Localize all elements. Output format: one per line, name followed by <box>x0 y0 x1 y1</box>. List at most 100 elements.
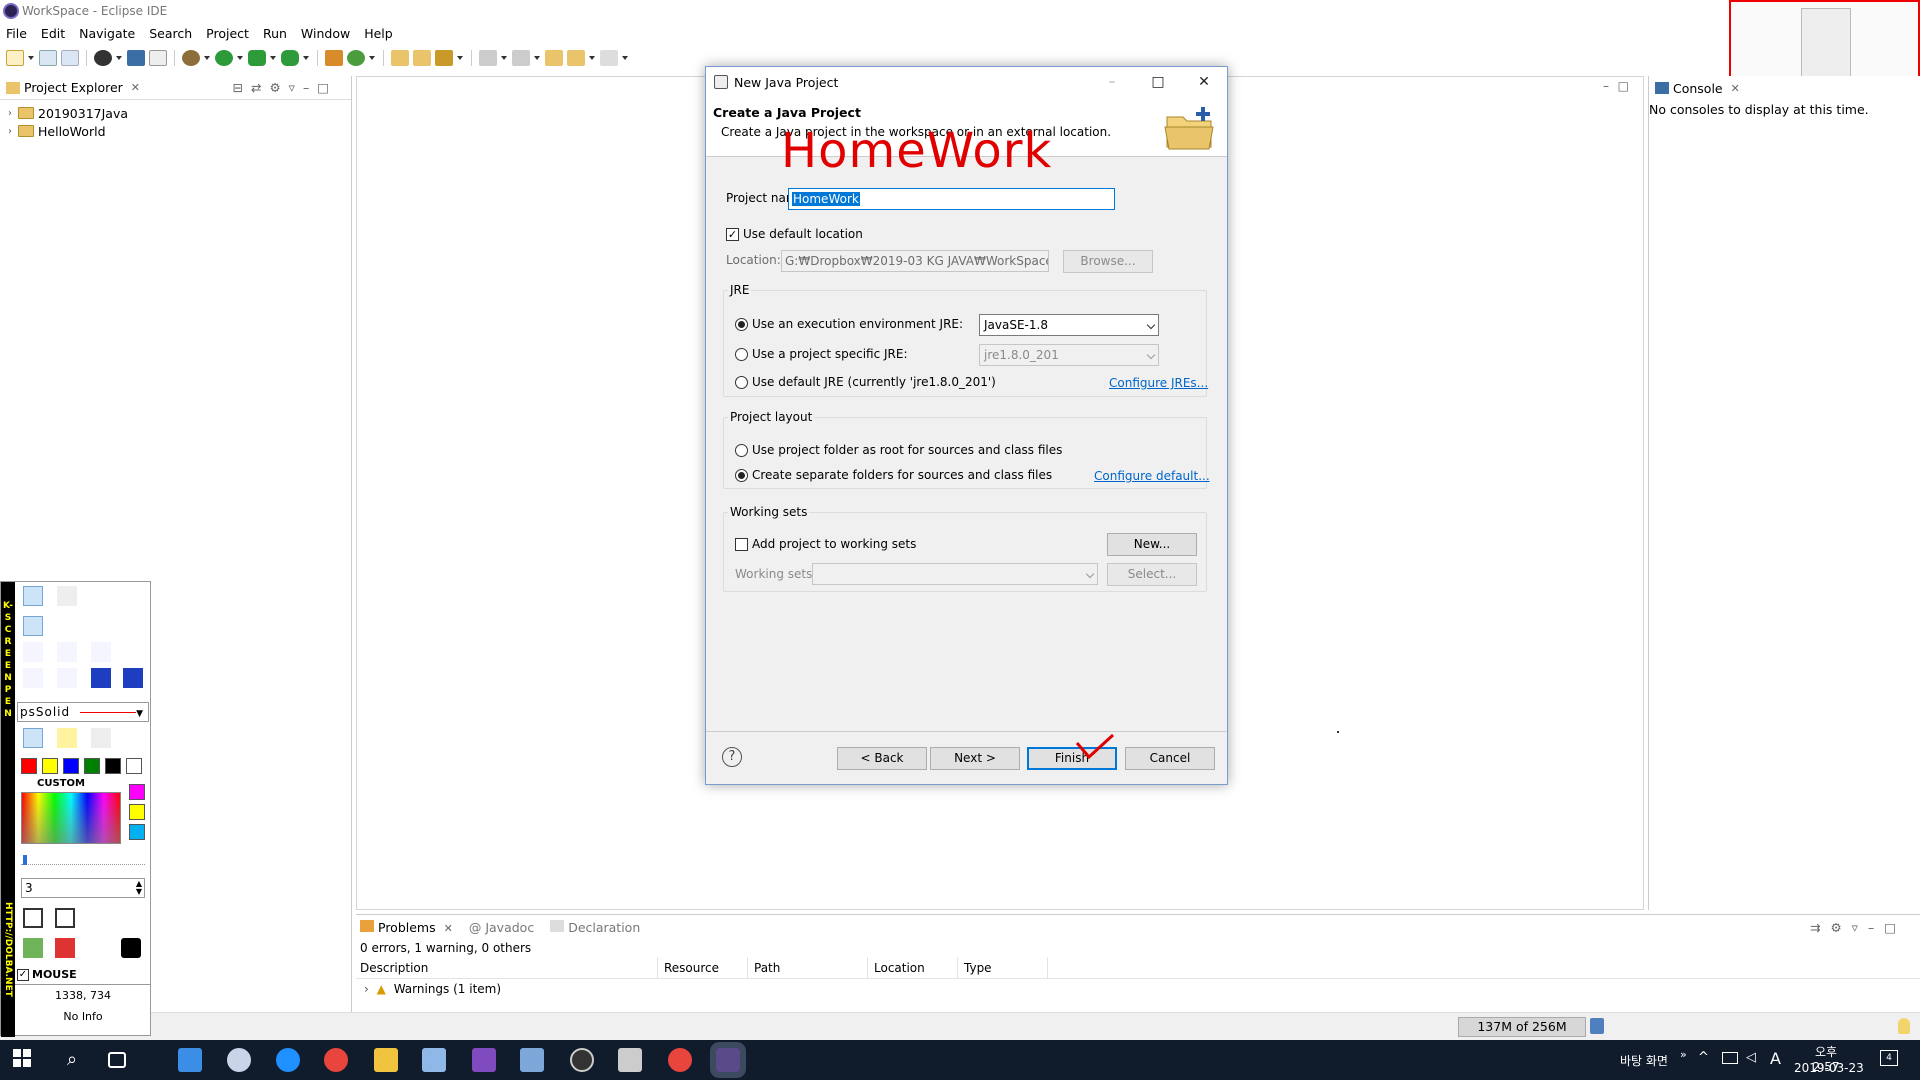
maximize-icon[interactable]: □ <box>317 80 337 95</box>
cancel-button[interactable]: Cancel <box>1125 747 1215 770</box>
color-swatch-green[interactable] <box>84 758 100 774</box>
menu-window[interactable]: Window <box>301 26 350 41</box>
view-menu-icon[interactable]: ▿ <box>289 80 303 95</box>
network-icon[interactable] <box>1722 1052 1738 1064</box>
radio-default-jre[interactable] <box>735 376 748 389</box>
new-java-package-icon[interactable] <box>325 50 343 66</box>
mouse-toggle[interactable]: ✓ MOUSE <box>17 968 77 981</box>
run-icon[interactable] <box>215 50 233 66</box>
notification-icon[interactable]: 4 <box>1880 1050 1898 1066</box>
chrome-icon[interactable] <box>668 1048 692 1072</box>
minimize-icon[interactable]: – <box>1603 79 1609 93</box>
eclipse-taskbar-icon[interactable] <box>710 1042 746 1078</box>
file-explorer-icon[interactable] <box>374 1048 398 1072</box>
new-icon[interactable] <box>6 50 24 66</box>
next-annotation-icon[interactable] <box>479 50 497 66</box>
image-icon[interactable] <box>23 938 43 958</box>
menu-edit[interactable]: Edit <box>41 26 65 41</box>
minimize-icon[interactable]: – <box>303 80 317 95</box>
forward-icon[interactable] <box>600 50 618 66</box>
open-type-icon[interactable] <box>391 50 409 66</box>
ellipse-tool-icon[interactable] <box>57 668 77 688</box>
maximize-icon[interactable]: □ <box>1618 79 1629 93</box>
radio-project-specific-jre[interactable] <box>735 348 748 361</box>
filter-icon[interactable]: ⚙ <box>1830 920 1851 935</box>
new-working-set-button[interactable]: New... <box>1107 533 1197 556</box>
clock-date[interactable]: 2019-03-23 <box>1794 1061 1864 1075</box>
debug-profile-icon[interactable] <box>94 50 112 66</box>
volume-icon[interactable]: ◁ <box>1746 1050 1756 1065</box>
new-java-class-icon[interactable] <box>347 50 365 66</box>
chevron-down-icon[interactable]: ▼ <box>136 705 144 723</box>
snipping-tool-icon[interactable] <box>520 1048 544 1072</box>
clear-icon[interactable] <box>55 908 75 928</box>
color-swatch-red[interactable] <box>21 758 37 774</box>
line-style-select[interactable]: psSolid ▼ <box>17 702 149 722</box>
next-button[interactable]: Next > <box>930 747 1020 770</box>
rect-tool-icon[interactable] <box>23 668 43 688</box>
debug-icon[interactable] <box>182 50 200 66</box>
menu-help[interactable]: Help <box>364 26 393 41</box>
tree-item-project[interactable]: › HelloWorld <box>0 122 351 140</box>
location-input[interactable]: G:₩Dropbox₩2019-03 KG JAVA₩WorkSpace₩Hom… <box>781 250 1049 272</box>
profile-dropdown-icon[interactable] <box>116 50 123 66</box>
width-slider[interactable] <box>21 855 145 865</box>
open-task-icon[interactable] <box>413 50 431 66</box>
mouse-checkbox[interactable]: ✓ <box>17 968 29 981</box>
help-icon[interactable]: ? <box>722 747 742 767</box>
previous-annotation-icon[interactable] <box>512 50 530 66</box>
lightbulb-icon[interactable] <box>1898 1018 1910 1034</box>
coverage-dropdown-icon[interactable] <box>270 50 277 66</box>
save-all-icon[interactable] <box>61 50 79 66</box>
text-tool-icon[interactable] <box>57 586 77 606</box>
heap-status[interactable]: 137M of 256M <box>1458 1017 1586 1037</box>
visual-studio-icon[interactable] <box>472 1048 496 1072</box>
extra-swatch-magenta[interactable] <box>129 784 145 800</box>
store-app-icon[interactable] <box>178 1048 202 1072</box>
contrast-icon[interactable] <box>121 938 141 958</box>
forward-dropdown-icon[interactable] <box>622 50 629 66</box>
search-dropdown-icon[interactable] <box>457 50 464 66</box>
pencil-icon[interactable] <box>23 728 43 748</box>
skip-breakpoints-icon[interactable] <box>149 50 167 66</box>
focus-icon[interactable]: ⇉ <box>1810 920 1830 935</box>
column-header[interactable]: Type <box>958 957 1048 978</box>
browse-button[interactable]: Browse... <box>1063 250 1153 273</box>
color-swatch-black[interactable] <box>105 758 121 774</box>
color-swatch-white[interactable] <box>126 758 142 774</box>
paint-app-icon[interactable] <box>227 1048 251 1072</box>
column-header[interactable]: Resource <box>658 957 748 978</box>
terminal-icon[interactable] <box>127 50 145 66</box>
close-icon[interactable]: ✕ <box>131 81 140 94</box>
close-icon[interactable]: ✕ <box>1731 82 1740 95</box>
collapse-all-icon[interactable]: ⊟ <box>232 80 250 95</box>
tab-problems[interactable]: Problems ✕ <box>360 919 453 935</box>
chevron-up-icon[interactable]: ^ <box>1698 1050 1709 1065</box>
back-button[interactable]: < Back <box>837 747 927 770</box>
previous-annotation-dropdown-icon[interactable] <box>534 50 541 66</box>
menu-project[interactable]: Project <box>206 26 249 41</box>
spinner-icon[interactable]: ▲ ▼ <box>136 880 142 896</box>
console-tab[interactable]: Console ✕ <box>1649 76 1920 100</box>
maximize-icon[interactable]: □ <box>1135 67 1181 97</box>
back-dropdown-icon[interactable] <box>589 50 596 66</box>
ime-indicator[interactable]: A <box>1770 1049 1781 1068</box>
calculator-icon[interactable] <box>618 1048 642 1072</box>
chevron-right-icon[interactable]: › <box>8 126 18 137</box>
radio-execution-env[interactable] <box>735 318 748 331</box>
menu-search[interactable]: Search <box>149 26 192 41</box>
view-menu-icon[interactable]: ▿ <box>1852 920 1868 935</box>
configure-default-link[interactable]: Configure default... <box>1094 469 1210 483</box>
tab-javadoc[interactable]: @ Javadoc <box>469 920 534 935</box>
table-row[interactable]: › ▲ Warnings (1 item) <box>356 979 1920 999</box>
tree-item-project[interactable]: › 20190317Java <box>0 104 351 122</box>
desktop-label[interactable]: 바탕 화면 <box>1620 1052 1668 1069</box>
width-input[interactable]: 3 ▲ ▼ <box>21 878 145 898</box>
color-picker[interactable] <box>21 792 121 844</box>
add-to-working-sets-checkbox[interactable] <box>735 538 748 551</box>
chrome-icon[interactable] <box>324 1048 348 1072</box>
debug-dropdown-icon[interactable] <box>204 50 211 66</box>
save-icon[interactable] <box>23 908 43 928</box>
line-tool-icon[interactable] <box>23 616 43 636</box>
color-swatch-blue[interactable] <box>63 758 79 774</box>
